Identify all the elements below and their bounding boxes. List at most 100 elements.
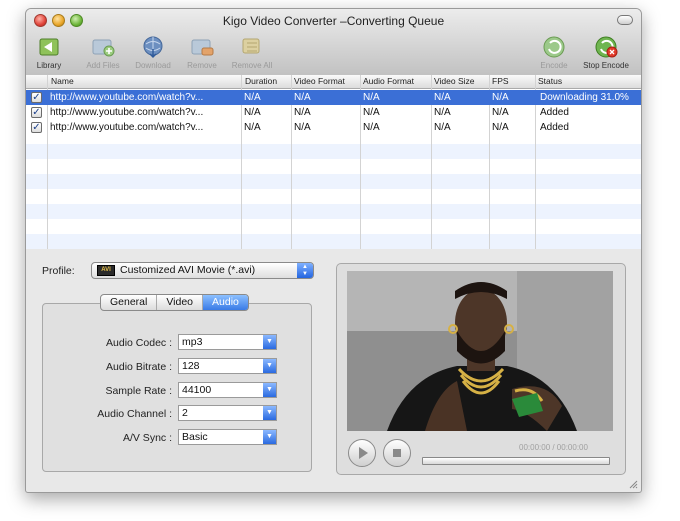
library-icon xyxy=(36,35,62,59)
profile-label: Profile: xyxy=(42,265,75,277)
empty-row xyxy=(26,144,641,159)
table-row[interactable]: ✓ http://www.youtube.com/watch?v... N/A … xyxy=(26,120,641,135)
play-button[interactable] xyxy=(348,439,376,467)
remove-all-icon xyxy=(239,35,265,59)
avi-format-icon: AVI xyxy=(97,265,115,276)
row-checkbox[interactable]: ✓ xyxy=(31,92,42,103)
column-header-audio-format[interactable]: Audio Format xyxy=(363,76,414,86)
queue-table: Name Duration Video Format Audio Format … xyxy=(26,75,641,249)
sample-rate-label: Sample Rate : xyxy=(105,385,172,397)
row-video-format: N/A xyxy=(294,92,311,103)
row-status: Downloading 31.0% xyxy=(540,92,629,103)
row-duration: N/A xyxy=(244,92,261,103)
row-fps: N/A xyxy=(492,107,509,118)
row-checkbox[interactable]: ✓ xyxy=(31,122,42,133)
library-button[interactable]: Library xyxy=(32,35,66,70)
library-label: Library xyxy=(36,61,62,70)
audio-bitrate-value: 128 xyxy=(182,360,200,372)
row-name: http://www.youtube.com/watch?v... xyxy=(50,92,204,103)
globe-download-icon xyxy=(140,35,166,59)
empty-row xyxy=(26,204,641,219)
add-files-button[interactable]: Add Files xyxy=(81,35,125,70)
row-video-size: N/A xyxy=(434,92,451,103)
stop-button[interactable] xyxy=(383,439,411,467)
column-header-name[interactable]: Name xyxy=(51,76,74,86)
dropdown-arrow-icon: ▼ xyxy=(263,430,276,444)
audio-bitrate-label: Audio Bitrate : xyxy=(106,361,172,373)
av-sync-value: Basic xyxy=(182,431,208,443)
row-checkbox[interactable]: ✓ xyxy=(31,107,42,118)
remove-all-label: Remove All xyxy=(231,61,273,70)
tab-video[interactable]: Video xyxy=(157,295,204,310)
encode-button[interactable]: Encode xyxy=(536,35,572,70)
encode-label: Encode xyxy=(540,61,568,70)
window-title: Kigo Video Converter –Converting Queue xyxy=(222,14,445,28)
audio-codec-combo[interactable]: mp3 ▼ xyxy=(178,334,277,350)
row-duration: N/A xyxy=(244,107,261,118)
row-duration: N/A xyxy=(244,122,261,133)
stop-encode-label: Stop Encode xyxy=(583,61,629,70)
row-video-format: N/A xyxy=(294,107,311,118)
dropdown-arrow-icon: ▼ xyxy=(263,406,276,420)
app-window: Kigo Video Converter –Converting Queue L… xyxy=(25,8,642,493)
resize-grip-icon[interactable] xyxy=(628,479,638,489)
row-audio-format: N/A xyxy=(363,122,380,133)
row-name: http://www.youtube.com/watch?v... xyxy=(50,107,204,118)
sample-rate-value: 44100 xyxy=(182,384,212,396)
row-name: http://www.youtube.com/watch?v... xyxy=(50,122,204,133)
video-frame-image xyxy=(347,271,613,431)
row-fps: N/A xyxy=(492,92,509,103)
audio-channel-label: Audio Channel : xyxy=(97,408,172,420)
audio-channel-value: 2 xyxy=(182,407,188,419)
column-header-status[interactable]: Status xyxy=(538,76,562,86)
playback-progress-bar[interactable] xyxy=(422,457,610,465)
sample-rate-combo[interactable]: 44100 ▼ xyxy=(178,382,277,398)
audio-codec-label: Audio Codec : xyxy=(106,337,172,349)
row-audio-format: N/A xyxy=(363,107,380,118)
row-video-format: N/A xyxy=(294,122,311,133)
row-status: Added xyxy=(540,107,569,118)
download-button[interactable]: Download xyxy=(130,35,176,70)
profile-select[interactable]: AVI Customized AVI Movie (*.avi) ▲ ▼ xyxy=(91,262,314,279)
add-files-label: Add Files xyxy=(86,61,120,70)
tab-audio[interactable]: Audio xyxy=(203,295,248,310)
column-header-fps[interactable]: FPS xyxy=(492,76,509,86)
stop-icon xyxy=(393,449,401,457)
table-row[interactable]: ✓ http://www.youtube.com/watch?v... N/A … xyxy=(26,105,641,120)
download-label: Download xyxy=(135,61,171,70)
row-fps: N/A xyxy=(492,122,509,133)
row-video-size: N/A xyxy=(434,122,451,133)
stop-encode-icon xyxy=(593,35,619,59)
column-header-video-size[interactable]: Video Size xyxy=(434,76,474,86)
row-status: Added xyxy=(540,122,569,133)
dropdown-arrow-icon: ▼ xyxy=(263,335,276,349)
select-arrows-icon: ▲ ▼ xyxy=(297,263,313,278)
remove-all-button[interactable]: Remove All xyxy=(225,35,279,70)
column-header-video-format[interactable]: Video Format xyxy=(294,76,345,86)
audio-codec-value: mp3 xyxy=(182,336,203,348)
table-header: Name Duration Video Format Audio Format … xyxy=(26,75,641,89)
audio-bitrate-combo[interactable]: 128 ▼ xyxy=(178,358,277,374)
dropdown-arrow-icon: ▼ xyxy=(263,383,276,397)
tab-general[interactable]: General xyxy=(101,295,158,310)
timecode-display: 00:00:00 / 00:00:00 xyxy=(519,443,588,452)
profile-value: Customized AVI Movie (*.avi) xyxy=(120,264,256,276)
remove-icon xyxy=(189,35,215,59)
title-bar: Kigo Video Converter –Converting Queue L… xyxy=(26,9,641,83)
remove-button[interactable]: Remove xyxy=(181,35,223,70)
video-preview xyxy=(347,271,613,431)
empty-row xyxy=(26,234,641,249)
play-icon xyxy=(359,447,368,459)
empty-row xyxy=(26,174,641,189)
settings-tabs: General Video Audio xyxy=(100,294,249,311)
row-video-size: N/A xyxy=(434,107,451,118)
toolbar-toggle-button[interactable] xyxy=(617,15,633,25)
remove-label: Remove xyxy=(187,61,217,70)
column-header-duration[interactable]: Duration xyxy=(245,76,277,86)
dropdown-arrow-icon: ▼ xyxy=(263,359,276,373)
av-sync-label: A/V Sync : xyxy=(122,432,172,444)
audio-channel-combo[interactable]: 2 ▼ xyxy=(178,405,277,421)
table-row[interactable]: ✓ http://www.youtube.com/watch?v... N/A … xyxy=(26,90,641,105)
stop-encode-button[interactable]: Stop Encode xyxy=(576,35,636,70)
av-sync-combo[interactable]: Basic ▼ xyxy=(178,429,277,445)
